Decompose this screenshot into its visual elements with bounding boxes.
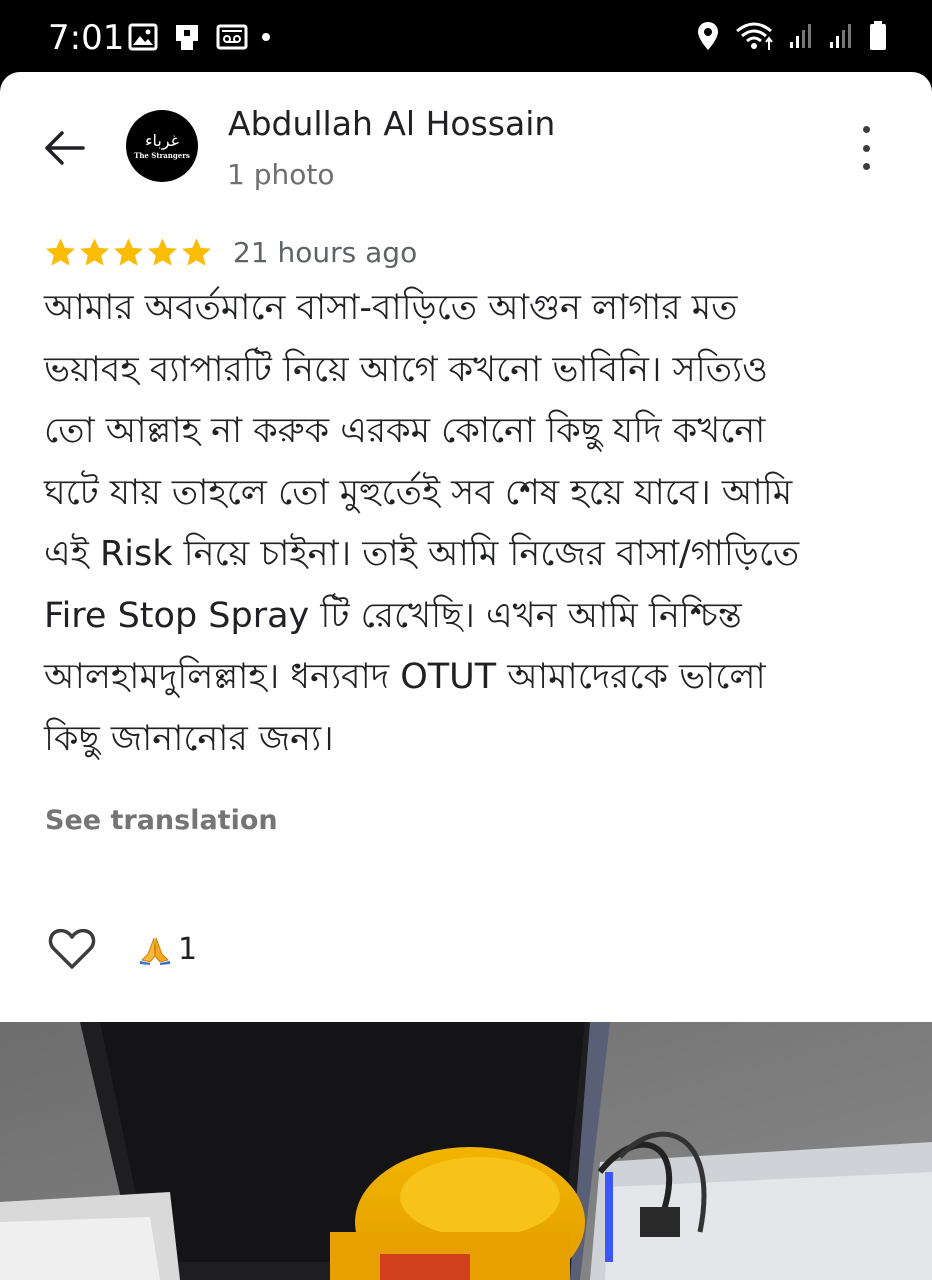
photo-count: 1 photo [227,158,335,191]
reviewer-name[interactable]: Abdullah Al Hossain [228,104,555,143]
like-button[interactable] [48,928,98,972]
notification-dot-icon [262,33,270,41]
avatar-logo-text: غرباء [144,130,180,150]
signal-icon [830,24,851,48]
star-icon [148,237,177,266]
avatar-logo-caption: The Strangers [134,150,190,160]
status-time: 7:01 [48,18,125,58]
status-right-icons [696,20,888,52]
more-options-button[interactable] [856,126,876,170]
review-card: غرباء The Strangers Abdullah Al Hossain … [0,72,932,1022]
location-icon [698,22,718,50]
back-button[interactable] [40,124,88,172]
reaction-summary[interactable]: 1 [138,932,197,967]
voicemail-icon [216,24,248,50]
wifi-icon [736,22,773,50]
rating-row: 21 hours ago [44,232,417,272]
folded-hands-icon [140,937,170,965]
sim-card-icon [176,25,198,50]
status-left-icons [128,22,270,52]
dot-icon [862,144,870,152]
star-icon [114,237,143,266]
status-bar: 7:01 [0,0,932,76]
dot-icon [862,163,870,170]
signal-icon [790,24,811,48]
see-translation-link[interactable]: See translation [45,805,278,836]
heart-icon [48,928,96,969]
gallery-icon [128,23,158,51]
dot-icon [862,126,870,133]
star-icon [80,237,109,266]
star-rating [44,236,213,269]
review-text: আমার অবর্তমানে বাসা-বাড়িতে আগুন লাগার ম… [44,288,800,759]
reaction-count: 1 [178,932,198,967]
review-photo[interactable] [0,1022,932,1280]
battery-icon [870,21,886,50]
arrow-back-icon [45,131,85,165]
review-time: 21 hours ago [233,235,418,269]
star-icon [182,237,211,266]
star-icon [46,237,75,266]
review-photo-image [0,1022,932,1280]
avatar[interactable]: غرباء The Strangers [126,110,198,182]
